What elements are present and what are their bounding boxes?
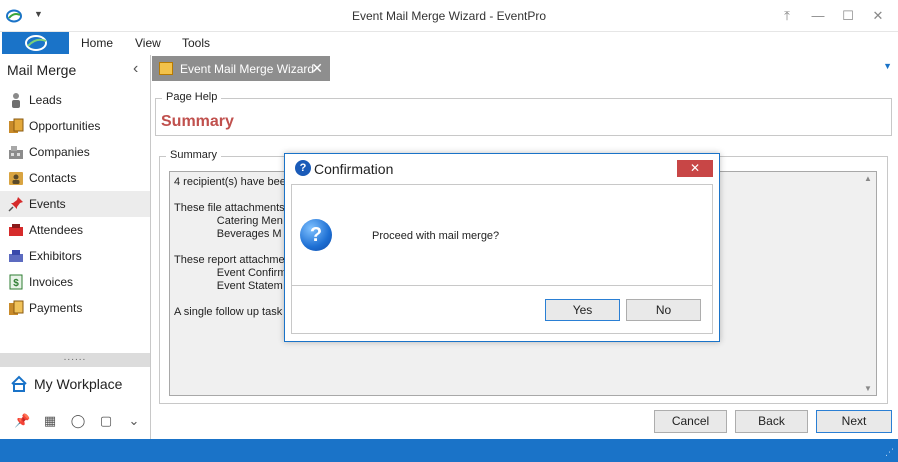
svg-text:$: $ bbox=[13, 278, 19, 289]
sidebar: Mail Merge ‹ Leads Opportunities Compani… bbox=[0, 55, 151, 439]
document-tab-strip: Event Mail Merge Wizard ✕ ▼ bbox=[151, 55, 898, 81]
dialog-body: ? Proceed with mail merge? bbox=[291, 184, 713, 286]
summary-text: 4 recipient(s) have bee These file attac… bbox=[174, 176, 293, 318]
payments-icon bbox=[9, 300, 24, 315]
dialog-title: Confirmation bbox=[314, 161, 394, 177]
home-icon bbox=[11, 375, 27, 392]
close-icon[interactable]: ✕ bbox=[868, 6, 888, 26]
sidebar-item-label: Opportunities bbox=[29, 119, 101, 133]
scroll-up-icon[interactable]: ▲ bbox=[864, 174, 872, 183]
sidebar-item-label: Leads bbox=[29, 93, 62, 107]
sidebar-item-label: Companies bbox=[29, 145, 90, 159]
sidebar-item-label: Contacts bbox=[29, 171, 77, 185]
events-shortcut-icon[interactable]: 📌 bbox=[14, 413, 30, 429]
file-tab[interactable] bbox=[2, 32, 69, 54]
tab-close-icon[interactable]: ✕ bbox=[311, 60, 323, 77]
sidebar-item-attendees[interactable]: Attendees bbox=[0, 217, 150, 243]
dialog-footer: Yes No bbox=[291, 286, 713, 334]
sidebar-item-contacts[interactable]: Contacts bbox=[0, 165, 150, 191]
companies-icon bbox=[9, 146, 23, 159]
no-button[interactable]: No bbox=[626, 299, 701, 321]
sidebar-item-leads[interactable]: Leads bbox=[0, 87, 150, 113]
sidebar-item-payments[interactable]: Payments bbox=[0, 295, 150, 321]
maximize-icon[interactable]: ☐ bbox=[838, 6, 858, 26]
app-logo-icon bbox=[25, 35, 47, 51]
status-bar: ⋰ bbox=[0, 439, 898, 462]
opportunities-icon bbox=[9, 118, 24, 133]
attendees-icon bbox=[9, 224, 23, 236]
confirmation-dialog: ? Confirmation ✕ ? Proceed with mail mer… bbox=[284, 153, 720, 342]
invoice-icon: $ bbox=[9, 274, 23, 290]
sidebar-item-exhibitors[interactable]: Exhibitors bbox=[0, 243, 150, 269]
window-title: Event Mail Merge Wizard - EventPro bbox=[351, 9, 547, 23]
collapse-sidebar-icon[interactable]: ‹ bbox=[133, 60, 138, 78]
dialog-message: Proceed with mail merge? bbox=[372, 230, 500, 242]
sidebar-item-invoices[interactable]: $ Invoices bbox=[0, 269, 150, 295]
chat-icon[interactable]: ◯ bbox=[70, 413, 86, 429]
menu-home[interactable]: Home bbox=[81, 36, 113, 50]
sidebar-nav: Leads Opportunities Companies Contacts E… bbox=[0, 87, 150, 321]
pushpin-icon bbox=[8, 197, 23, 212]
sidebar-item-label: Exhibitors bbox=[29, 249, 82, 263]
sidebar-item-label: Payments bbox=[29, 301, 83, 315]
sidebar-item-companies[interactable]: Companies bbox=[0, 139, 150, 165]
sidebar-item-events[interactable]: Events bbox=[0, 191, 150, 217]
sidebar-shortcuts: 📌 ▦ ◯ ▢ ⌄ bbox=[14, 413, 142, 429]
sidebar-item-label: Attendees bbox=[29, 223, 84, 237]
clipboard-icon[interactable]: ▢ bbox=[98, 413, 114, 429]
companies-shortcut-icon[interactable]: ▦ bbox=[42, 413, 58, 429]
my-workplace-link[interactable]: My Workplace bbox=[10, 375, 122, 393]
cancel-button[interactable]: Cancel bbox=[654, 410, 727, 433]
sidebar-item-label: Events bbox=[29, 197, 66, 211]
resize-grip-icon[interactable]: ⋰ bbox=[885, 447, 894, 458]
page-help-group: Page Help bbox=[155, 91, 892, 136]
summary-scrollbar[interactable]: ▲ ▼ bbox=[860, 172, 876, 395]
scroll-down-icon[interactable]: ▼ bbox=[864, 384, 872, 393]
dialog-close-button[interactable]: ✕ bbox=[677, 160, 713, 177]
contact-card-icon bbox=[9, 172, 23, 185]
menu-tools[interactable]: Tools bbox=[182, 36, 210, 50]
title-bar: ▼ Event Mail Merge Wizard - EventPro ⤒ —… bbox=[0, 0, 898, 32]
next-button[interactable]: Next bbox=[816, 410, 892, 433]
dialog-title-bar: ? Confirmation ✕ bbox=[285, 154, 719, 184]
page-help-legend: Page Help bbox=[162, 91, 222, 103]
sidebar-item-opportunities[interactable]: Opportunities bbox=[0, 113, 150, 139]
question-icon: ? bbox=[300, 219, 332, 251]
minimize-icon[interactable]: — bbox=[808, 6, 828, 26]
person-icon bbox=[12, 93, 20, 108]
sidebar-title: Mail Merge bbox=[7, 62, 77, 78]
help-icon: ? bbox=[295, 160, 311, 176]
wizard-icon bbox=[159, 62, 173, 75]
restore-icon[interactable]: ⤒ bbox=[777, 6, 797, 26]
menu-view[interactable]: View bbox=[135, 36, 161, 50]
sidebar-splitter[interactable]: ...... bbox=[0, 353, 150, 367]
ribbon-menu: Home View Tools bbox=[0, 32, 898, 54]
my-workplace-label: My Workplace bbox=[34, 376, 123, 392]
yes-button[interactable]: Yes bbox=[545, 299, 620, 321]
tab-event-mail-merge-wizard[interactable]: Event Mail Merge Wizard ✕ bbox=[152, 56, 330, 81]
tab-dropdown-icon[interactable]: ▼ bbox=[883, 61, 892, 71]
sidebar-item-label: Invoices bbox=[29, 275, 74, 289]
back-button[interactable]: Back bbox=[735, 410, 808, 433]
exhibitors-icon bbox=[9, 250, 23, 262]
chevron-down-icon[interactable]: ⌄ bbox=[126, 413, 142, 429]
tab-label: Event Mail Merge Wizard bbox=[180, 61, 315, 76]
summary-legend: Summary bbox=[166, 149, 222, 161]
page-title: Summary bbox=[161, 113, 234, 130]
